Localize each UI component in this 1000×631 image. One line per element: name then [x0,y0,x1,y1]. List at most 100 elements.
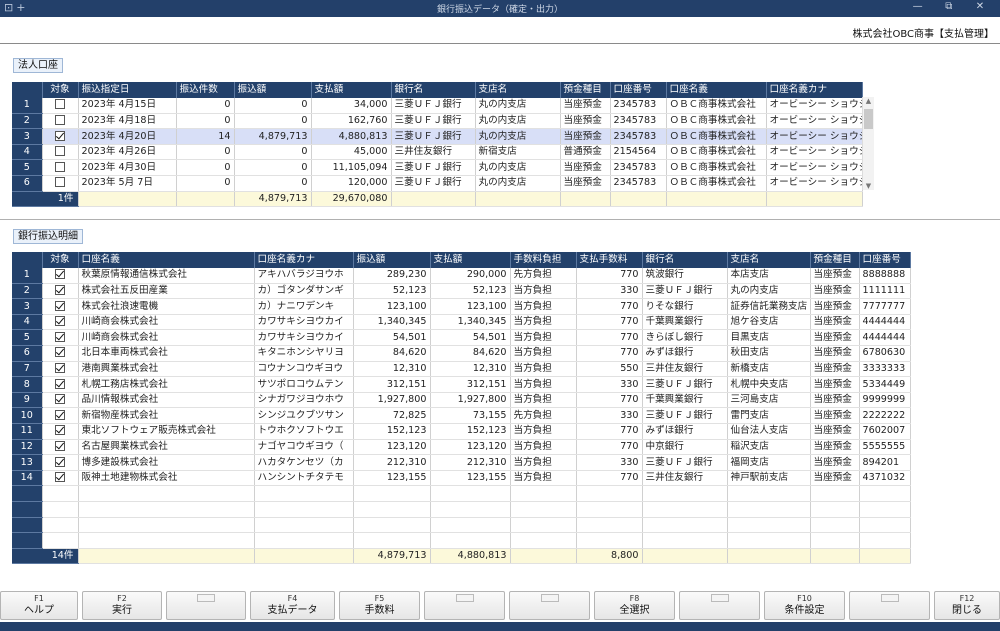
acct-col-header-9[interactable]: 口座番号 [610,82,667,98]
fkey-label: 全選択 [619,605,650,616]
det-col-header-6[interactable]: 手数料負担 [510,252,577,268]
target-checkbox[interactable] [55,146,65,157]
detail-row[interactable]: 2 株式会社五反田産業 カ）ゴタンダサンギ 52,123 52,123 当方負担 330 三菱… [12,283,911,300]
detail-row[interactable]: 4 川崎商会株式会社 カワサキシヨウカイ 1,340,345 1,340,345 当方負担… [12,314,911,331]
target-checkbox[interactable] [55,300,65,311]
payment-amount-cell: 45,000 [311,144,392,161]
det-col-header-8[interactable]: 銀行名 [642,252,728,268]
det-col-header-7[interactable]: 支払手数料 [576,252,643,268]
branch-name-cell: 三河島支店 [727,392,811,409]
fkey-blank-button[interactable] [509,591,590,620]
detail-row[interactable]: 7 港南興業株式会社 コウナンコウギヨウ 12,310 12,310 当方負担 550 三井住… [12,361,911,378]
det-col-header-11[interactable]: 口座番号 [859,252,911,268]
target-checkbox[interactable] [55,409,65,420]
deposit-type-cell: 当座預金 [560,128,611,145]
empty-cell [727,548,811,565]
acct-col-header-7[interactable]: 支店名 [475,82,561,98]
target-checkbox[interactable] [55,456,65,467]
scroll-down-icon[interactable]: ▼ [863,182,874,190]
target-checkbox[interactable] [55,130,65,141]
fkey-f5-button[interactable]: F5 手数料 [339,591,420,620]
det-col-header-0[interactable] [12,252,43,268]
acct-col-header-8[interactable]: 預金種目 [560,82,611,98]
fkey-f4-button[interactable]: F4 支払データ [250,591,335,620]
target-checkbox[interactable] [55,114,65,125]
target-checkbox[interactable] [55,347,65,358]
fkey-f10-button[interactable]: F10 条件設定 [764,591,845,620]
detail-row[interactable]: 6 北日本車両株式会社 キタニホンシヤリヨ 84,620 84,620 当方負担 770 みず… [12,345,911,362]
close-icon[interactable]: ✕ [966,1,994,12]
target-checkbox[interactable] [55,472,65,483]
account-row[interactable]: 4 2023年 4月26日 0 0 45,000 三井住友銀行 新宿支店 普通預金 215456… [12,144,863,161]
account-row[interactable]: 5 2023年 4月30日 0 0 11,105,094 三菱ＵＦＪ銀行 丸の内支店 当座預金… [12,159,863,177]
detail-row[interactable]: 3 株式会社浪速電機 カ）ナニワデンキ 123,100 123,100 当方負担 770 りそ… [12,298,911,315]
account-number-cell: 7777777 [859,298,911,315]
det-col-header-9[interactable]: 支店名 [727,252,811,268]
minimize-icon[interactable]: — [904,1,932,12]
target-checkbox[interactable] [55,331,65,342]
target-checkbox[interactable] [55,177,65,188]
detail-row[interactable]: 13 博多建設株式会社 ハカタケンセツ（カ 212,310 212,310 当方負担 330… [12,454,911,471]
acct-col-header-5[interactable]: 支払額 [311,82,392,98]
detail-row[interactable]: 8 札幌工務店株式会社 サツポロコウムテン 312,151 312,151 当方負担 330… [12,376,911,393]
det-col-header-2[interactable]: 口座名義 [78,252,255,268]
acct-col-header-4[interactable]: 振込額 [234,82,312,98]
acct-col-header-6[interactable]: 銀行名 [391,82,476,98]
transfer-amount-cell: 123,155 [353,470,431,487]
det-col-header-1[interactable]: 対象 [42,252,79,268]
payment-amount-cell: 212,310 [430,454,511,471]
fkey-blank-button[interactable] [849,591,930,620]
account-row[interactable]: 1 2023年 4月15日 0 0 34,000 三菱ＵＦＪ銀行 丸の内支店 当座預金 2345… [12,97,863,114]
detail-row[interactable]: 5 川崎商会株式会社 カワサキシヨウカイ 54,501 54,501 当方負担 770 きらぼ… [12,329,911,347]
detail-row[interactable]: 1 秋葉原情報通信株式会社 アキハバラジヨウホ 289,230 290,000 先方負担 7… [12,267,911,284]
target-checkbox[interactable] [55,378,65,389]
target-checkbox[interactable] [55,440,65,451]
acct-col-header-1[interactable]: 対象 [42,82,79,98]
fkey-f1-button[interactable]: F1 ヘルプ [0,591,78,620]
detail-row[interactable]: 14 阪神土地建物株式会社 ハンシントチタテモ 123,155 123,155 当方負担 7… [12,470,911,487]
target-checkbox[interactable] [55,161,65,172]
det-col-header-5[interactable]: 支払額 [430,252,511,268]
det-col-header-4[interactable]: 振込額 [353,252,431,268]
empty-cell [810,548,860,565]
acct-col-header-10[interactable]: 口座名義 [666,82,767,98]
account-row[interactable]: 6 2023年 5月 7日 0 0 120,000 三菱ＵＦＪ銀行 丸の内支店 当座預金 234… [12,175,863,192]
account-row[interactable]: 3 2023年 4月20日 14 4,879,713 4,880,813 三菱ＵＦＪ銀行丸… [12,128,863,145]
scroll-thumb[interactable] [864,109,873,129]
target-checkbox[interactable] [55,425,65,436]
branch-name-cell: 本店支店 [727,267,811,284]
acct-col-header-0[interactable] [12,82,43,98]
bank-name-cell: りそな銀行 [642,298,728,315]
target-checkbox[interactable] [55,269,65,280]
det-col-header-3[interactable]: 口座名義カナ [254,252,354,268]
target-checkbox[interactable] [55,362,65,373]
account-row[interactable]: 2 2023年 4月18日 0 0 162,760 三菱ＵＦＪ銀行 丸の内支店 当座預金 234… [12,113,863,130]
acct-col-header-2[interactable]: 振込指定日 [78,82,177,98]
det-col-header-10[interactable]: 預金種目 [810,252,860,268]
fkey-blank-button[interactable] [166,591,246,620]
restore-icon[interactable]: ⧉ [935,1,963,12]
fkey-f2-button[interactable]: F2 実行 [82,591,162,620]
target-checkbox-cell [42,376,79,393]
acct-col-header-11[interactable]: 口座名義カナ [766,82,863,98]
payment-amount-cell: 54,501 [430,329,511,347]
fkey-blank-button[interactable] [424,591,505,620]
detail-row[interactable]: 9 品川情報株式会社 シナガワジヨウホウ 1,927,800 1,927,800 当方負担… [12,392,911,409]
account-holder-cell: ＯＢＣ商事株式会社 [666,128,767,145]
target-checkbox[interactable] [55,99,65,110]
target-checkbox[interactable] [55,394,65,405]
target-checkbox[interactable] [55,284,65,295]
fkey-f12-button[interactable]: F12 閉じる [934,591,1000,620]
detail-row[interactable]: 11 東北ソフトウェア販売株式会社 トウホクソフトウエ 152,123 152,123 当… [12,423,911,440]
detail-row[interactable]: 12 名古屋興業株式会社 ナゴヤコウギヨウ（ 123,120 123,120 当方負担 77… [12,439,911,456]
acct-col-header-3[interactable]: 振込件数 [176,82,235,98]
target-checkbox[interactable] [55,316,65,327]
transfer-amount-cell: 152,123 [353,423,431,440]
empty-cell [510,501,577,518]
fkey-blank-button[interactable] [679,591,760,620]
empty-cell [810,517,860,534]
fkey-f8-button[interactable]: F8 全選択 [594,591,675,620]
scroll-up-icon[interactable]: ▲ [863,97,874,105]
account-table-scrollbar[interactable]: ▲ ▼ [862,97,874,190]
detail-row[interactable]: 10 新宿物産株式会社 シンジユクブツサン 72,825 73,155 先方負担 330 三菱… [12,407,911,425]
